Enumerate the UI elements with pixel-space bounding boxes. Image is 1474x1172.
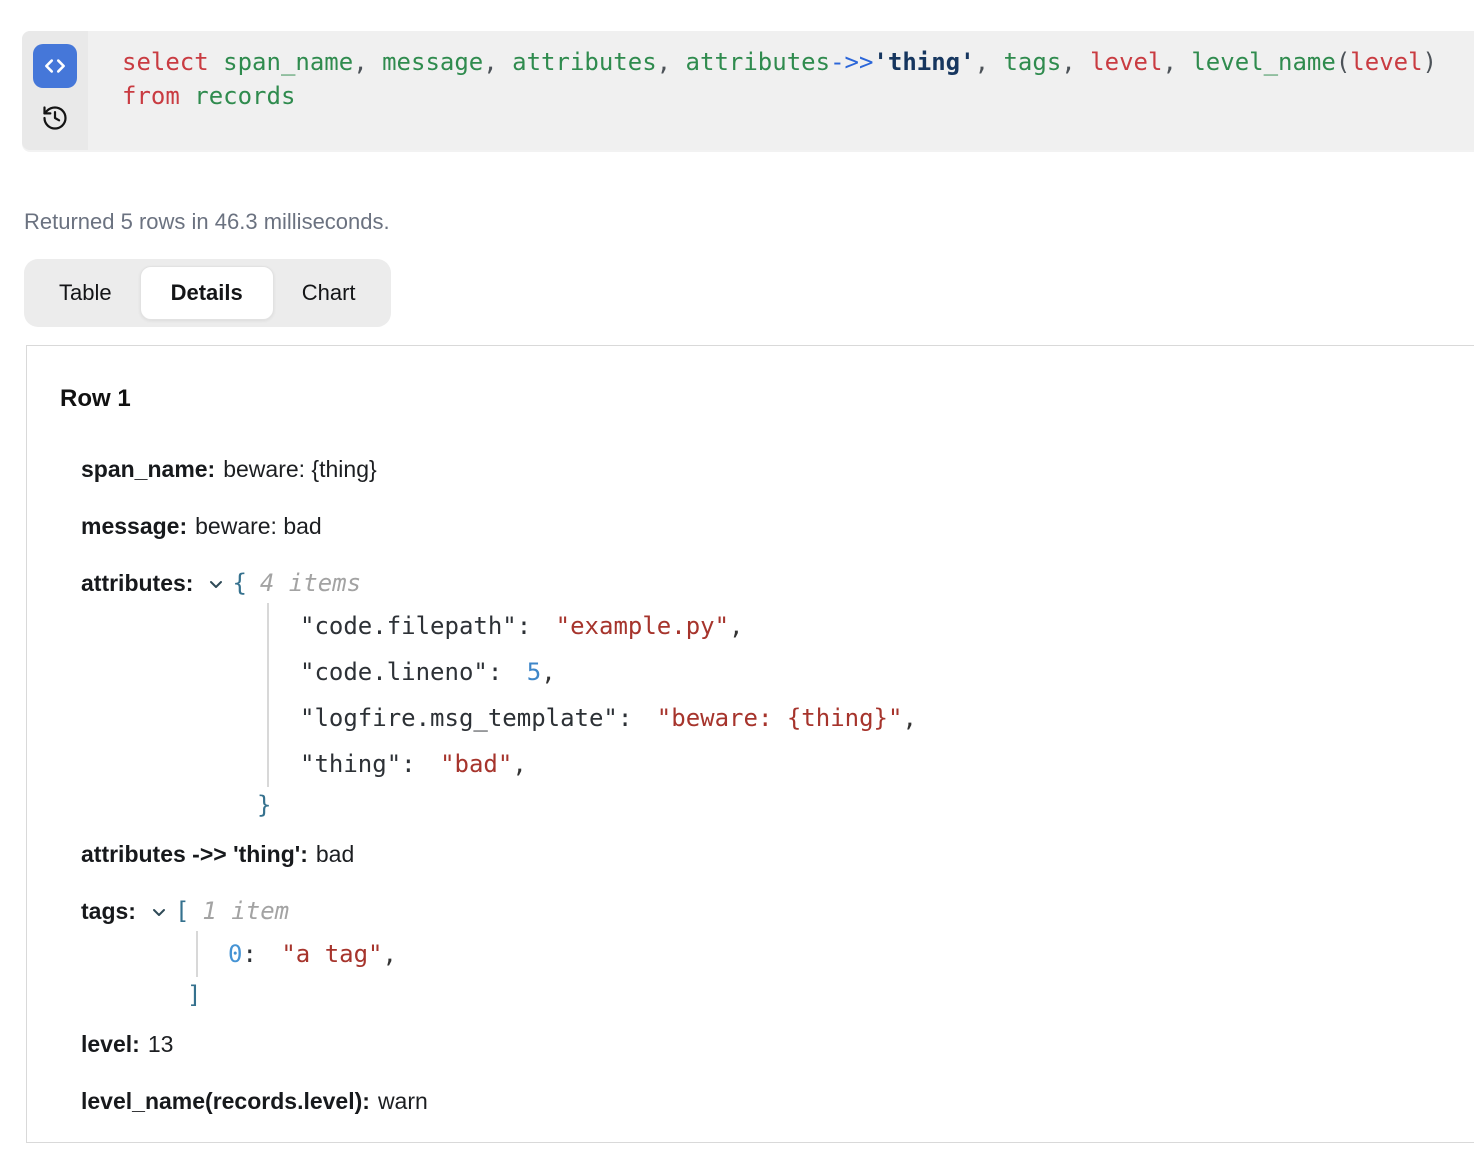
item-count: 4 items <box>260 570 361 597</box>
open-bracket: [ <box>175 898 189 925</box>
field-label: level_name(records.level): <box>81 1088 370 1114</box>
code-icon <box>42 53 68 79</box>
json-value: "beware: {thing}" <box>657 704 903 732</box>
tab-details[interactable]: Details <box>140 266 274 320</box>
close-bracket: ] <box>187 977 1434 1013</box>
open-brace: { <box>232 570 246 597</box>
json-value: "a tag" <box>281 940 382 968</box>
json-entry: "code.lineno": 5, <box>300 649 1434 695</box>
json-colon: : <box>618 704 657 732</box>
field-label: attributes ->> 'thing': <box>81 841 308 867</box>
sql-line-1: select span_name, message, attributes, a… <box>122 45 1464 79</box>
sql-token-punct: , <box>975 48 989 76</box>
sql-token-keyword: from <box>122 82 180 110</box>
json-value: "bad" <box>440 750 512 778</box>
view-tabs: Table Details Chart <box>24 259 391 327</box>
query-editor-bar: select span_name, message, attributes, a… <box>22 31 1474 150</box>
field-value: bad <box>316 841 354 867</box>
json-colon: : <box>488 658 527 686</box>
tab-table[interactable]: Table <box>31 266 140 320</box>
sql-token-punct: ) <box>1423 48 1437 76</box>
json-entry: 0: "a tag", <box>228 931 1434 977</box>
json-comma: , <box>729 612 743 640</box>
sql-token-keyword: select <box>122 48 209 76</box>
json-value: "example.py" <box>556 612 729 640</box>
sql-token-identifier: level_name <box>1177 48 1336 76</box>
json-colon: : <box>517 612 556 640</box>
field-label: tags: <box>81 898 136 925</box>
field-value: beware: {thing} <box>223 456 376 482</box>
tab-chart[interactable]: Chart <box>274 266 384 320</box>
json-entry: "thing": "bad", <box>300 741 1434 787</box>
item-count: 1 item <box>202 898 289 925</box>
sql-token-string: 'thing' <box>873 48 974 76</box>
json-key: "logfire.msg_template" <box>300 704 618 732</box>
sql-token-keyword: level <box>1076 48 1163 76</box>
sql-token-punct: , <box>1162 48 1176 76</box>
sql-token-punct: , <box>657 48 671 76</box>
row-fields: span_name: beware: {thing} message: beware… <box>81 456 1434 1115</box>
json-key: "thing" <box>300 750 401 778</box>
sql-token-identifier: tags <box>989 48 1061 76</box>
sql-token-punct: , <box>353 48 367 76</box>
json-value: 5 <box>527 658 541 686</box>
sql-token-punct: , <box>483 48 497 76</box>
field-level: level: 13 <box>81 1031 1434 1058</box>
json-comma: , <box>383 940 397 968</box>
code-editor-button[interactable] <box>33 44 77 88</box>
field-value: beware: bad <box>195 513 322 539</box>
query-editor-gutter <box>22 31 88 150</box>
query-status-text: Returned 5 rows in 46.3 milliseconds. <box>24 209 390 235</box>
page: select span_name, message, attributes, a… <box>0 0 1474 1172</box>
json-entry: "logfire.msg_template": "beware: {thing}… <box>300 695 1434 741</box>
json-index: 0 <box>228 940 242 968</box>
json-key: "code.lineno" <box>300 658 488 686</box>
field-attributes: attributes: { 4 items "code.filepath": "… <box>81 570 1434 823</box>
field-label: span_name: <box>81 456 215 482</box>
details-panel: Row 1 span_name: beware: {thing} message:… <box>26 345 1474 1143</box>
sql-editor-input[interactable]: select span_name, message, attributes, a… <box>88 31 1474 150</box>
row-header: Row 1 <box>60 385 1434 413</box>
sql-token-identifier: message <box>368 48 484 76</box>
sql-token-identifier: records <box>180 82 296 110</box>
sql-line-2: from records <box>122 79 1464 113</box>
field-message: message: beware: bad <box>81 513 1434 540</box>
sql-token-operator: ->> <box>830 48 873 76</box>
sql-token-identifier: attributes <box>498 48 657 76</box>
field-tags: tags: [ 1 item 0: "a tag", ] <box>81 898 1434 1013</box>
field-label: message: <box>81 513 187 539</box>
field-label: level: <box>81 1031 140 1057</box>
sql-token-punct: ( <box>1336 48 1350 76</box>
field-span-name: span_name: beware: {thing} <box>81 456 1434 483</box>
json-colon: : <box>242 940 281 968</box>
json-entry: "code.filepath": "example.py", <box>300 603 1434 649</box>
json-comma: , <box>541 658 555 686</box>
history-icon <box>41 104 69 132</box>
chevron-down-icon[interactable] <box>150 903 168 921</box>
field-level-name: level_name(records.level): warn <box>81 1088 1434 1115</box>
close-brace: } <box>257 787 1434 823</box>
field-value: 13 <box>148 1031 174 1057</box>
query-history-button[interactable] <box>40 103 70 133</box>
field-value: warn <box>378 1088 428 1114</box>
tags-json-head: tags: [ 1 item <box>81 898 1434 925</box>
attributes-json-head: attributes: { 4 items <box>81 570 1434 597</box>
chevron-down-icon[interactable] <box>207 575 225 593</box>
field-label: attributes: <box>81 570 193 597</box>
json-comma: , <box>902 704 916 732</box>
json-comma: , <box>512 750 526 778</box>
json-colon: : <box>401 750 440 778</box>
sql-token-identifier: attributes <box>671 48 830 76</box>
field-attributes-thing: attributes ->> 'thing': bad <box>81 841 1434 868</box>
sql-token-punct: , <box>1061 48 1075 76</box>
attributes-json-body: "code.filepath": "example.py", "code.lin… <box>267 603 1434 787</box>
sql-token-keyword: level <box>1350 48 1422 76</box>
json-key: "code.filepath" <box>300 612 517 640</box>
tags-json-body: 0: "a tag", <box>196 931 1434 977</box>
sql-token-identifier: span_name <box>209 48 354 76</box>
